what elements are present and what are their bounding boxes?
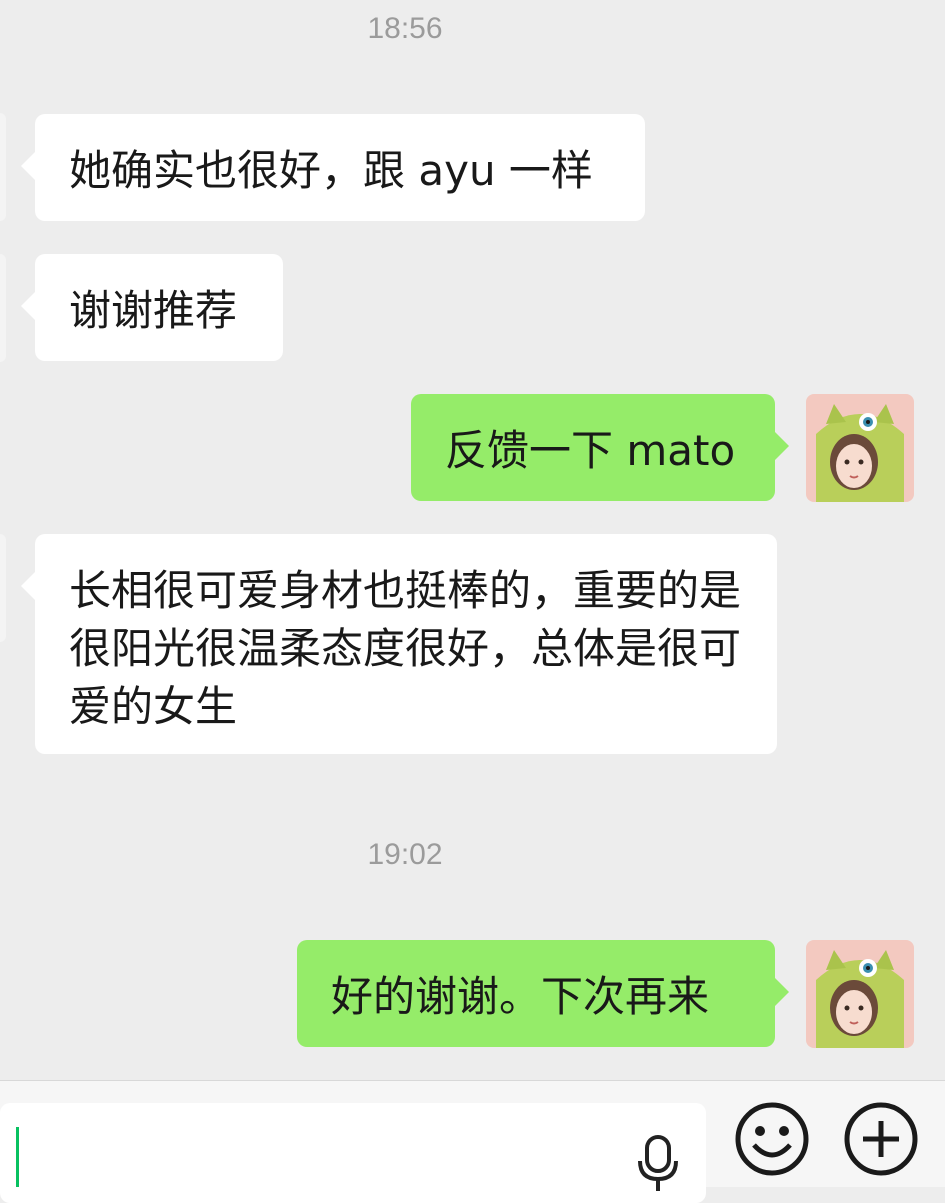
avatar-image bbox=[806, 394, 914, 502]
my-avatar[interactable] bbox=[806, 940, 914, 1048]
emoji-icon bbox=[735, 1102, 809, 1176]
sender-avatar[interactable] bbox=[0, 113, 6, 221]
message-bubble-received[interactable]: 长相很可爱身材也挺棒的，重要的是很阳光很温柔态度很好，总体是很可爱的女生 bbox=[21, 534, 777, 754]
message-text: 反馈一下 mato bbox=[445, 426, 736, 475]
message-input[interactable] bbox=[0, 1103, 706, 1203]
plus-icon bbox=[844, 1102, 918, 1176]
timestamp: 19:02 bbox=[367, 838, 443, 871]
message-bubble-received[interactable]: 谢谢推荐 bbox=[21, 254, 283, 361]
microphone-icon[interactable] bbox=[636, 1135, 680, 1195]
message-text: 谢谢推荐 bbox=[69, 286, 238, 335]
message-bubble-sent[interactable]: 好的谢谢。下次再来 bbox=[297, 940, 789, 1047]
chat-area[interactable]: 18:56 她确实也很好，跟 ayu 一样 谢谢推荐 反馈一下 mato 长相很… bbox=[0, 0, 945, 1080]
sender-avatar[interactable] bbox=[0, 534, 6, 642]
emoji-button[interactable] bbox=[734, 1101, 810, 1181]
text-caret bbox=[16, 1127, 19, 1187]
message-bubble-received[interactable]: 她确实也很好，跟 ayu 一样 bbox=[21, 114, 645, 221]
message-text: 她确实也很好，跟 ayu 一样 bbox=[69, 146, 593, 195]
message-text: 长相很可爱身材也挺棒的，重要的是很阳光很温柔态度很好，总体是很可爱的女生 bbox=[69, 566, 742, 731]
my-avatar[interactable] bbox=[806, 394, 914, 502]
timestamp: 18:56 bbox=[367, 12, 443, 45]
more-button[interactable] bbox=[843, 1101, 919, 1181]
sender-avatar[interactable] bbox=[0, 254, 6, 362]
message-text: 好的谢谢。下次再来 bbox=[331, 972, 710, 1021]
message-bubble-sent[interactable]: 反馈一下 mato bbox=[411, 394, 789, 501]
input-bar bbox=[0, 1080, 945, 1203]
avatar-image bbox=[806, 940, 914, 1048]
